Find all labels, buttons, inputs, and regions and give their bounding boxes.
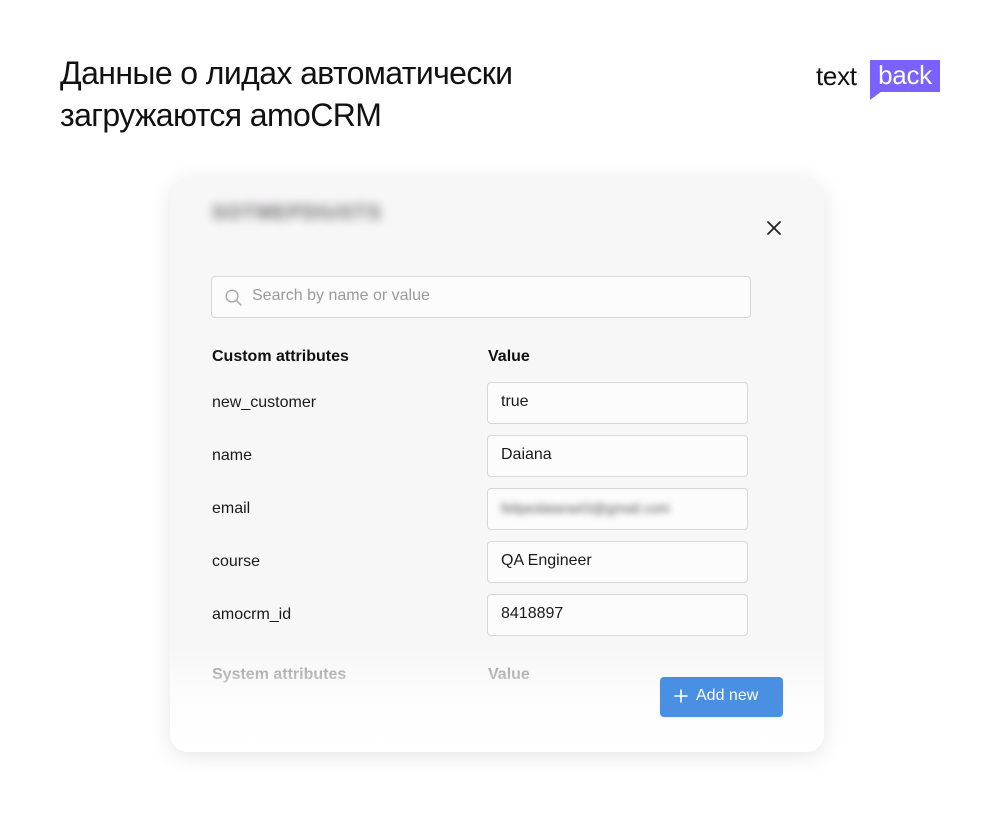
attribute-row: course — [212, 541, 752, 583]
attribute-name: email — [212, 500, 251, 517]
system-attributes-header: System attributes — [212, 666, 347, 683]
attribute-row: amocrm_id — [212, 594, 752, 636]
logo-badge: back — [870, 60, 940, 92]
attribute-value-input[interactable] — [501, 436, 736, 474]
close-button[interactable] — [764, 218, 784, 238]
logo-badge-tail — [870, 91, 882, 100]
custom-value-header: Value — [488, 348, 530, 365]
attribute-row: name — [212, 435, 752, 477]
search-input[interactable] — [252, 277, 732, 315]
attribute-value-box — [487, 435, 748, 477]
attribute-value-input[interactable] — [501, 383, 736, 421]
attributes-dialog: SOTMEPDIUSTS Custom attributes Value new… — [170, 178, 824, 752]
attribute-value-box — [487, 382, 748, 424]
plus-icon — [674, 689, 688, 703]
headline: Данные о лидах автоматически загружаются… — [60, 52, 513, 136]
attribute-row: email — [212, 488, 752, 530]
search-icon — [225, 289, 242, 306]
add-new-button[interactable]: Add new — [660, 677, 783, 717]
attribute-name: name — [212, 447, 253, 464]
attribute-name: course — [212, 553, 261, 570]
attribute-name: amocrm_id — [212, 606, 292, 623]
search-box — [211, 276, 751, 318]
headline-line-1: Данные о лидах автоматически — [60, 55, 513, 91]
attribute-row: new_customer — [212, 382, 752, 424]
system-value-header: Value — [488, 666, 530, 683]
textback-logo: text back — [816, 60, 946, 100]
dialog-title: SOTMEPDIUSTS — [212, 202, 382, 224]
attribute-value-input[interactable] — [501, 595, 736, 633]
custom-attributes-header: Custom attributes — [212, 348, 349, 365]
add-new-label: Add new — [696, 687, 759, 704]
attribute-value-box — [487, 541, 748, 583]
attribute-name: new_customer — [212, 394, 317, 411]
attribute-value-input[interactable] — [501, 542, 736, 580]
headline-line-2: загружаются amoCRM — [60, 97, 382, 133]
attribute-value-input[interactable] — [501, 489, 736, 527]
attribute-value-box — [487, 594, 748, 636]
attribute-value-box — [487, 488, 748, 530]
logo-text: text — [816, 61, 857, 91]
close-icon — [767, 221, 781, 235]
